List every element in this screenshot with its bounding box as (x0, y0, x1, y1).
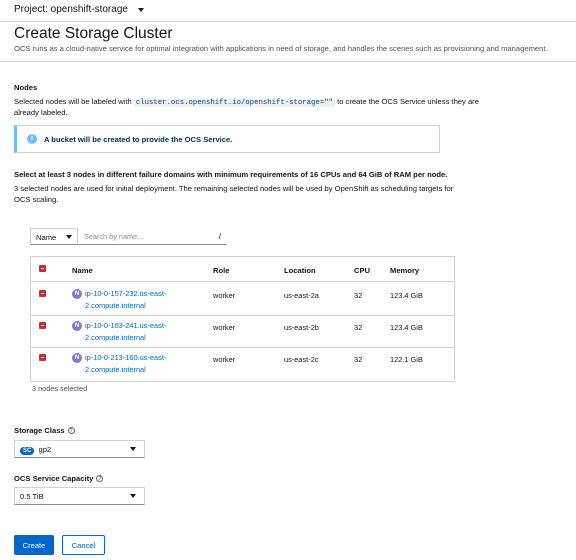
row-checkbox[interactable] (39, 290, 46, 297)
search-shortcut-hint: / (218, 232, 221, 241)
node-link[interactable]: ip-10-0-157-232.us-east-2.compute.intern… (85, 288, 175, 311)
node-cpu: 32 (354, 291, 363, 300)
info-icon: i (27, 134, 37, 144)
node-cpu: 32 (354, 355, 363, 364)
page-title: Create Storage Cluster (14, 25, 173, 42)
node-link[interactable]: ip-10-0-163-241.us-east-2.compute.intern… (85, 320, 175, 343)
capacity-dropdown[interactable]: 0.5 TiB (14, 487, 145, 505)
nodes-intro-after: to create the OCS Service unless they ar… (337, 97, 479, 106)
node-location: us-east-2a (284, 291, 319, 300)
storage-class-label-group: Storage Class ? (14, 426, 75, 435)
page-description: OCS runs as a cloud-native service for o… (14, 44, 548, 53)
selected-nodes-count: 3 nodes selected (32, 384, 88, 393)
nodes-intro-line2: already labeled. (14, 108, 68, 117)
help-icon[interactable]: ? (96, 475, 104, 482)
info-alert: i A bucket will be created to provide th… (14, 125, 440, 153)
capacity-label: OCS Service Capacity (14, 474, 94, 483)
filter-toolbar: Name Search by name... / (30, 228, 227, 245)
table-row-node: N ip-10-0-157-232.us-east-2.compute.inte… (72, 289, 175, 311)
node-role: worker (213, 291, 236, 300)
alert-message: A bucket will be created to provide the … (44, 135, 233, 144)
row-divider (31, 347, 454, 348)
storage-class-value: gp2 (38, 444, 52, 454)
column-header-memory[interactable]: Memory (390, 266, 419, 275)
node-badge: N (72, 289, 82, 299)
search-placeholder: Search by name... (84, 232, 144, 241)
node-memory: 122.1 GiB (390, 355, 423, 364)
row-checkbox[interactable] (39, 354, 46, 361)
create-button[interactable]: Create (14, 535, 54, 555)
caret-down-icon (130, 447, 136, 451)
node-memory: 123.4 GiB (390, 291, 423, 300)
node-cpu: 32 (354, 323, 363, 332)
node-label-code: cluster.ocs.openshift.io/openshift-stora… (133, 99, 335, 107)
column-header-cpu[interactable]: CPU (354, 266, 370, 275)
node-badge: N (72, 321, 82, 331)
header-row-divider (31, 281, 454, 282)
filter-type-dropdown[interactable]: Name (30, 228, 78, 245)
filter-type-label: Name (36, 232, 57, 242)
caret-down-icon (137, 7, 144, 12)
node-role: worker (213, 355, 236, 364)
help-icon[interactable]: ? (67, 427, 75, 434)
selection-note-line1: 3 selected nodes are used for initial de… (14, 184, 454, 193)
nodes-heading: Nodes (14, 83, 38, 92)
nodes-table: Name Role Location CPU Memory N ip-10-0-… (30, 256, 455, 382)
storage-class-badge: SC (20, 446, 35, 455)
node-memory: 123.4 GiB (390, 323, 423, 332)
project-label: Project: openshift-storage (14, 4, 128, 15)
capacity-label-group: OCS Service Capacity ? (14, 474, 104, 483)
select-all-checkbox[interactable] (39, 265, 46, 272)
nodes-intro: Selected nodes will be labeled with clus… (14, 96, 479, 110)
node-badge: N (72, 353, 82, 363)
node-location: us-east-2c (284, 355, 319, 364)
capacity-value: 0.5 TiB (20, 491, 44, 501)
header-divider (0, 61, 576, 62)
selection-note-line2: OCS scaling. (14, 195, 59, 204)
column-header-role[interactable]: Role (213, 266, 229, 275)
node-requirements: Select at least 3 nodes in different fai… (14, 170, 448, 179)
column-header-name[interactable]: Name (72, 266, 93, 275)
storage-class-label: Storage Class (14, 426, 65, 435)
caret-down-icon (130, 494, 136, 498)
table-row-node: N ip-10-0-163-241.us-east-2.compute.inte… (72, 321, 175, 343)
cancel-button[interactable]: Cancel (62, 535, 105, 555)
caret-down-icon (66, 235, 72, 239)
node-link[interactable]: ip-10-0-213-160.us-east-2.compute.intern… (85, 352, 175, 375)
node-location: us-east-2b (284, 323, 319, 332)
project-selector[interactable]: Project: openshift-storage (14, 4, 144, 15)
search-input[interactable]: Search by name... / (78, 228, 227, 245)
row-checkbox[interactable] (39, 322, 46, 329)
nodes-intro-before: Selected nodes will be labeled with (14, 97, 132, 106)
node-role: worker (213, 323, 236, 332)
column-header-location[interactable]: Location (284, 266, 316, 275)
row-divider (31, 315, 454, 316)
storage-class-dropdown[interactable]: SC gp2 (14, 440, 145, 458)
table-row-node: N ip-10-0-213-160.us-east-2.compute.inte… (72, 353, 175, 375)
